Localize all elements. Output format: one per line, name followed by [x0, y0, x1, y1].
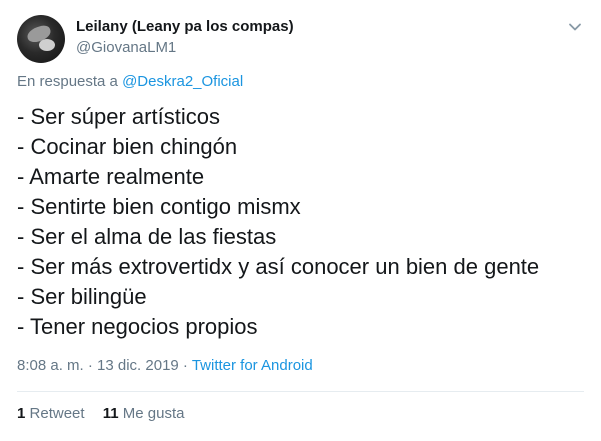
likes-stat[interactable]: 11 Me gusta	[103, 405, 185, 422]
tweet-line: - Ser bilingüe	[17, 284, 147, 309]
tweet-line: - Cocinar bien chingón	[17, 134, 238, 159]
tweet-meta: 8:08 a. m. · 13 dic. 2019 · Twitter for …	[17, 357, 313, 374]
reply-mention-link[interactable]: @Deskra2_Oficial	[122, 73, 243, 90]
timestamp[interactable]: 8:08 a. m. · 13 dic. 2019	[17, 357, 179, 374]
divider	[17, 391, 584, 392]
avatar[interactable]	[17, 15, 65, 63]
tweet-line: - Ser el alma de las fiestas	[17, 224, 277, 249]
tweet-line: - Amarte realmente	[17, 164, 205, 189]
tweet-stats: 1 Retweet 11 Me gusta	[17, 405, 198, 422]
author-display-name[interactable]: Leilany (Leany pa los compas)	[76, 18, 294, 35]
retweets-count: 1	[17, 405, 26, 422]
reply-prefix: En respuesta a	[17, 73, 123, 90]
avatar-shape	[39, 39, 55, 51]
tweet-line: - Sentirte bien contigo mismx	[17, 194, 301, 219]
author-handle[interactable]: @GiovanaLM1	[76, 39, 176, 56]
likes-label: Me gusta	[122, 405, 185, 422]
tweet-line: - Ser más extrovertidx y así conocer un …	[17, 254, 540, 279]
meta-separator: ·	[178, 357, 192, 374]
tweet-line: - Tener negocios propios	[17, 314, 258, 339]
source-link[interactable]: Twitter for Android	[192, 357, 313, 374]
retweets-stat[interactable]: 1 Retweet	[17, 405, 85, 422]
likes-count: 11	[102, 405, 119, 422]
chevron-down-icon[interactable]	[566, 18, 584, 36]
retweets-label: Retweet	[29, 405, 85, 422]
tweet-card: Leilany (Leany pa los compas) @GiovanaLM…	[0, 0, 601, 441]
reply-context: En respuesta a @Deskra2_Oficial	[17, 73, 243, 90]
tweet-line: - Ser súper artísticos	[17, 104, 220, 129]
tweet-text: - Ser súper artísticos - Cocinar bien ch…	[17, 102, 539, 342]
